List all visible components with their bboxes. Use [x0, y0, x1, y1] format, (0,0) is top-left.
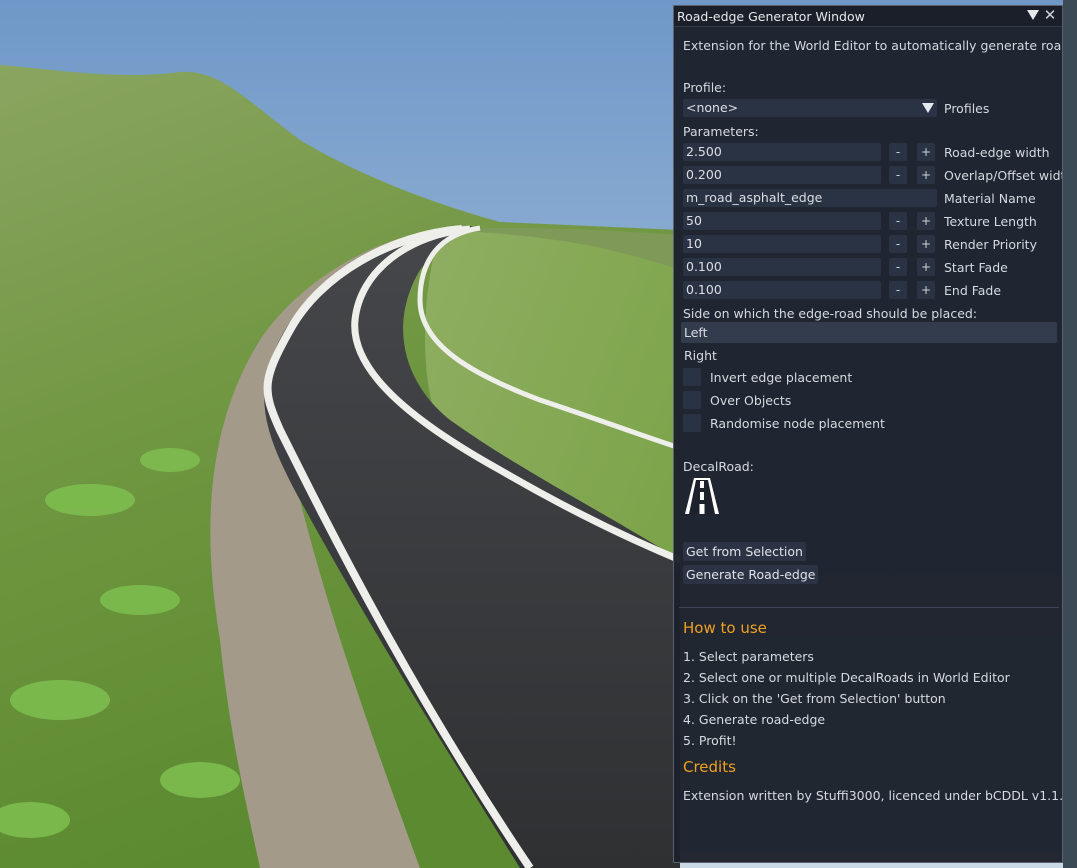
texture-length-increment-button[interactable]: +: [917, 212, 935, 230]
road-edge-width-decrement-button[interactable]: -: [889, 143, 907, 161]
parameters-label: Parameters:: [683, 124, 759, 139]
how-to-step: 5. Profit!: [683, 733, 737, 748]
end-fade-label: End Fade: [944, 283, 1002, 298]
texture-length-label: Texture Length: [944, 214, 1037, 229]
how-to-step: 3. Click on the 'Get from Selection' but…: [683, 691, 946, 706]
randomise-node-placement-label: Randomise node placement: [710, 416, 885, 431]
overlap-offset-increment-button[interactable]: +: [917, 166, 935, 184]
credits-heading: Credits: [683, 758, 736, 776]
side-option-right[interactable]: Right: [681, 345, 1057, 366]
render-priority-label: Render Priority: [944, 237, 1037, 252]
end-fade-decrement-button[interactable]: -: [889, 281, 907, 299]
profile-label: Profile:: [683, 80, 727, 95]
road-icon[interactable]: [683, 477, 721, 515]
side-label: Side on which the edge-road should be pl…: [683, 306, 978, 321]
triangle-down-icon[interactable]: [1026, 8, 1040, 22]
credits-text: Extension written by Stuffi3000, licence…: [683, 788, 1064, 803]
profile-select[interactable]: <none>: [683, 99, 937, 117]
window-description: Extension for the World Editor to automa…: [683, 38, 1061, 53]
start-fade-input[interactable]: 0.100: [683, 258, 881, 276]
render-priority-decrement-button[interactable]: -: [889, 235, 907, 253]
window-title: Road-edge Generator Window: [677, 9, 865, 24]
start-fade-label: Start Fade: [944, 260, 1008, 275]
profile-selected-value: <none>: [686, 100, 739, 115]
invert-edge-placement-label: Invert edge placement: [710, 370, 853, 385]
over-objects-label: Over Objects: [710, 393, 792, 408]
window-titlebar[interactable]: Road-edge Generator Window ✕: [674, 6, 1062, 27]
scene-right-strip: [1063, 0, 1077, 868]
render-priority-input[interactable]: 10: [683, 235, 881, 253]
section-divider: [679, 607, 1059, 608]
how-to-step: 1. Select parameters: [683, 649, 814, 664]
randomise-node-placement-checkbox[interactable]: [683, 414, 701, 432]
end-fade-increment-button[interactable]: +: [917, 281, 935, 299]
over-objects-checkbox[interactable]: [683, 391, 701, 409]
chevron-down-icon: [922, 103, 934, 113]
render-priority-increment-button[interactable]: +: [917, 235, 935, 253]
side-option-right-label: Right: [684, 348, 717, 363]
how-to-step: 4. Generate road-edge: [683, 712, 826, 727]
invert-edge-placement-checkbox[interactable]: [683, 368, 701, 386]
overlap-offset-decrement-button[interactable]: -: [889, 166, 907, 184]
road-edge-generator-window: Road-edge Generator Window ✕ Extension f…: [673, 5, 1063, 863]
material-name-label: Material Name: [944, 191, 1036, 206]
how-to-use-heading: How to use: [683, 619, 767, 637]
side-option-left[interactable]: Left: [681, 322, 1057, 343]
start-fade-decrement-button[interactable]: -: [889, 258, 907, 276]
overlap-offset-input[interactable]: 0.200: [683, 166, 881, 184]
overlap-offset-label: Overlap/Offset width: [944, 168, 1062, 183]
close-icon[interactable]: ✕: [1042, 7, 1058, 23]
road-edge-width-increment-button[interactable]: +: [917, 143, 935, 161]
road-edge-width-input[interactable]: 2.500: [683, 143, 881, 161]
profiles-label: Profiles: [944, 101, 990, 116]
side-option-left-label: Left: [684, 325, 708, 340]
end-fade-input[interactable]: 0.100: [683, 281, 881, 299]
texture-length-input[interactable]: 50: [683, 212, 881, 230]
texture-length-decrement-button[interactable]: -: [889, 212, 907, 230]
how-to-step: 2. Select one or multiple DecalRoads in …: [683, 670, 1010, 685]
road-edge-width-label: Road-edge width: [944, 145, 1050, 160]
generate-road-edge-button[interactable]: Generate Road-edge: [683, 565, 819, 584]
decalroad-label: DecalRoad:: [683, 459, 754, 474]
get-from-selection-button[interactable]: Get from Selection: [683, 542, 806, 561]
material-name-input[interactable]: m_road_asphalt_edge: [683, 189, 937, 207]
start-fade-increment-button[interactable]: +: [917, 258, 935, 276]
